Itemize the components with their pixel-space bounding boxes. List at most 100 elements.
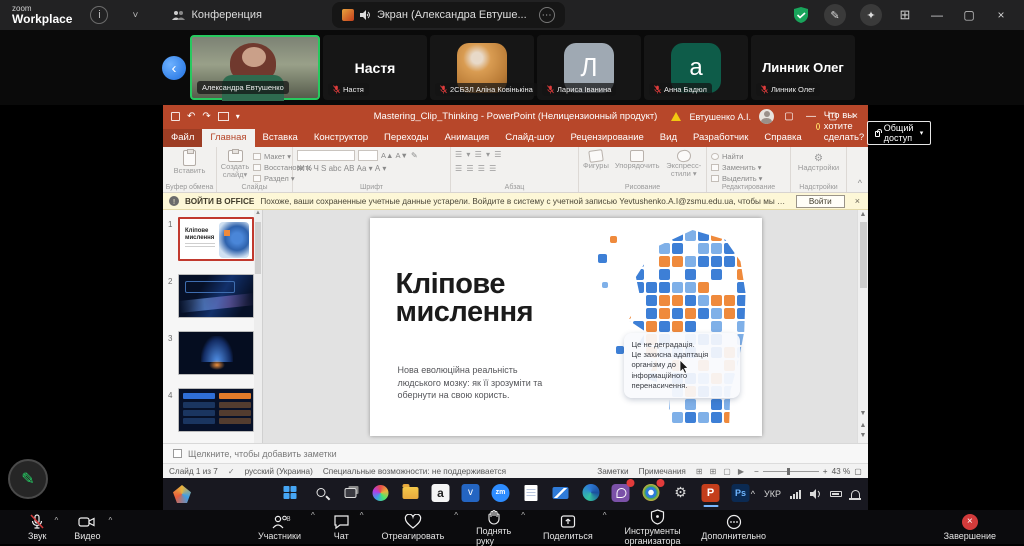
zoom-percent[interactable]: 43 % bbox=[832, 467, 851, 476]
amazon-app-icon[interactable]: a bbox=[430, 482, 451, 503]
shapes-button[interactable]: Фигуры bbox=[583, 150, 609, 180]
raise-hand-button[interactable]: Поднять руку bbox=[474, 509, 513, 546]
undo-icon[interactable]: ↶ bbox=[187, 112, 195, 121]
blue-box-app-icon[interactable]: v bbox=[460, 482, 481, 503]
wifi-icon[interactable] bbox=[790, 490, 801, 499]
maximize-button[interactable]: ▢ bbox=[960, 8, 978, 22]
select-button[interactable]: Выделить ▾ bbox=[711, 174, 786, 183]
participant-tile[interactable]: Александра Евтушенко bbox=[190, 35, 320, 100]
sorter-view-icon[interactable]: ⊞ bbox=[710, 467, 717, 476]
annotate-pencil-icon[interactable]: ✎ bbox=[824, 4, 846, 26]
security-shield-icon[interactable] bbox=[792, 6, 810, 24]
notes-pane[interactable]: Щелкните, чтобы добавить заметки bbox=[163, 443, 868, 463]
tab-conference[interactable]: Конференция bbox=[172, 9, 261, 21]
search-icon[interactable] bbox=[310, 482, 331, 503]
comments-toggle[interactable]: Примечания bbox=[639, 467, 686, 476]
react-options-chevron[interactable]: ^ bbox=[454, 511, 458, 520]
align-buttons[interactable]: ☰ ☰ ☰ ☰ bbox=[455, 164, 574, 173]
quick-styles-button[interactable]: Экспресс-стили ▾ bbox=[666, 150, 703, 180]
mute-button[interactable]: Звук bbox=[26, 514, 48, 541]
chat-options-chevron[interactable]: ^ bbox=[360, 511, 364, 520]
share-options-chevron[interactable]: ^ bbox=[603, 511, 607, 520]
previous-slide-button[interactable]: ▲ bbox=[858, 421, 868, 431]
arrange-button[interactable]: Упорядочить bbox=[615, 150, 660, 180]
account-name[interactable]: Евтушенко А.I. bbox=[689, 112, 751, 122]
tab-options-icon[interactable]: ⋯ bbox=[539, 7, 555, 23]
slideshow-icon[interactable] bbox=[218, 112, 229, 121]
slide-thumbnail-2[interactable] bbox=[178, 274, 254, 318]
audio-options-chevron[interactable]: ^ bbox=[54, 516, 58, 525]
current-slide[interactable]: Кліпове мислення Нова еволюційна реальні… bbox=[370, 218, 762, 436]
chrome-browser-icon[interactable] bbox=[640, 482, 661, 503]
ai-companion-icon[interactable]: ✦ bbox=[860, 4, 882, 26]
more-button[interactable]: Дополнительно bbox=[699, 514, 768, 541]
edge-browser-icon[interactable] bbox=[580, 482, 601, 503]
zoom-control[interactable]: − + 43 % ▢ bbox=[754, 466, 862, 476]
list-buttons[interactable]: ☰ ▾ ☰ ▾ ☰ bbox=[455, 150, 574, 159]
clear-format-icon[interactable]: ✎ bbox=[411, 151, 418, 160]
font-name-input[interactable] bbox=[297, 150, 355, 161]
panel-scrollbar-thumb[interactable] bbox=[255, 222, 261, 274]
photoshop-app-icon[interactable]: Ps bbox=[730, 482, 751, 503]
scrollbar-thumb[interactable] bbox=[860, 222, 867, 288]
host-tools-button[interactable]: Инструменты организатора bbox=[622, 509, 693, 546]
chevron-down-icon[interactable]: ˅ bbox=[126, 6, 144, 24]
tab-help[interactable]: Справка bbox=[756, 129, 809, 147]
vertical-scrollbar[interactable]: ▲ ▼ ▲ ▼ bbox=[857, 210, 868, 443]
participant-tile[interactable]: Линник Олег Линник Олег bbox=[751, 35, 855, 100]
share-access-button[interactable]: Общий доступ ▾ bbox=[867, 121, 931, 145]
scroll-up-arrow[interactable]: ▲ bbox=[254, 210, 262, 216]
zoom-slider-thumb[interactable] bbox=[787, 468, 790, 475]
zoom-out-icon[interactable]: − bbox=[754, 467, 759, 476]
zoom-app-icon[interactable]: zm bbox=[490, 482, 511, 503]
tab-transitions[interactable]: Переходы bbox=[376, 129, 437, 147]
new-slide-button[interactable]: Создать слайд▾ bbox=[221, 150, 249, 180]
widgets-icon[interactable] bbox=[173, 485, 191, 503]
participant-tile[interactable]: Л Лариса Іванина bbox=[537, 35, 641, 100]
task-view-icon[interactable] bbox=[340, 482, 361, 503]
accessibility-status[interactable]: Специальные возможности: не поддерживает… bbox=[323, 467, 506, 476]
slide-thumbnail-1[interactable]: Кліпове мислення bbox=[178, 217, 254, 261]
file-explorer-icon[interactable] bbox=[400, 482, 421, 503]
tab-insert[interactable]: Вставка bbox=[255, 129, 306, 147]
save-icon[interactable] bbox=[171, 112, 180, 121]
slideshow-view-icon[interactable]: ▶ bbox=[738, 467, 744, 476]
fit-to-window-icon[interactable]: ▢ bbox=[854, 466, 862, 476]
close-button[interactable]: × bbox=[992, 8, 1010, 22]
raise-hand-options-chevron[interactable]: ^ bbox=[521, 511, 525, 520]
tab-review[interactable]: Рецензирование bbox=[562, 129, 651, 147]
tray-expand-icon[interactable]: ^ bbox=[751, 489, 755, 499]
photos-app-icon[interactable] bbox=[370, 482, 391, 503]
signin-button[interactable]: Войти bbox=[796, 195, 845, 208]
addins-button[interactable]: ⚙ Надстройки bbox=[795, 153, 842, 172]
signin-close-icon[interactable]: × bbox=[855, 196, 860, 206]
redo-icon[interactable]: ↷ bbox=[202, 112, 210, 121]
next-slide-button[interactable]: ▼ bbox=[858, 431, 868, 441]
zoom-slider[interactable] bbox=[763, 471, 819, 472]
tab-screen-share[interactable]: Экран (Александра Евтуше... ⋯ bbox=[332, 2, 565, 28]
tab-design[interactable]: Конструктор bbox=[306, 129, 376, 147]
tab-home[interactable]: Главная bbox=[202, 129, 254, 147]
replace-button[interactable]: Заменить ▾ bbox=[711, 163, 786, 172]
slide-thumbnail-3[interactable] bbox=[178, 331, 254, 375]
react-button[interactable]: Отреагировать bbox=[380, 514, 447, 541]
participant-tile[interactable]: 2СБЗЛ Аліна Ковінькіна bbox=[430, 35, 534, 100]
find-button[interactable]: Найти bbox=[711, 152, 786, 161]
document-app-icon[interactable] bbox=[520, 482, 541, 503]
grow-shrink-font-buttons[interactable]: А▲ А▼ bbox=[381, 151, 408, 160]
notifications-bell-icon[interactable] bbox=[851, 490, 860, 499]
start-button[interactable] bbox=[280, 482, 301, 503]
qat-dropdown-icon[interactable]: ▾ bbox=[236, 112, 240, 121]
slide-thumbnail-4[interactable] bbox=[178, 388, 254, 432]
spellcheck-icon[interactable]: ✓ bbox=[228, 467, 235, 476]
font-size-input[interactable] bbox=[358, 150, 378, 161]
tell-me-box[interactable]: Что вы хотите сделать? bbox=[816, 110, 867, 147]
scroll-up-arrow[interactable]: ▲ bbox=[858, 211, 868, 218]
chat-button[interactable]: Чат bbox=[331, 514, 352, 541]
meeting-info-icon[interactable]: i bbox=[90, 6, 108, 24]
participants-button[interactable]: 8 Участники bbox=[256, 514, 303, 541]
end-meeting-button[interactable]: × Завершение bbox=[942, 514, 998, 541]
participant-tile[interactable]: Настя Настя bbox=[323, 35, 427, 100]
settings-icon[interactable]: ⚙ bbox=[670, 482, 691, 503]
collapse-ribbon-icon[interactable]: ^ bbox=[858, 178, 862, 188]
